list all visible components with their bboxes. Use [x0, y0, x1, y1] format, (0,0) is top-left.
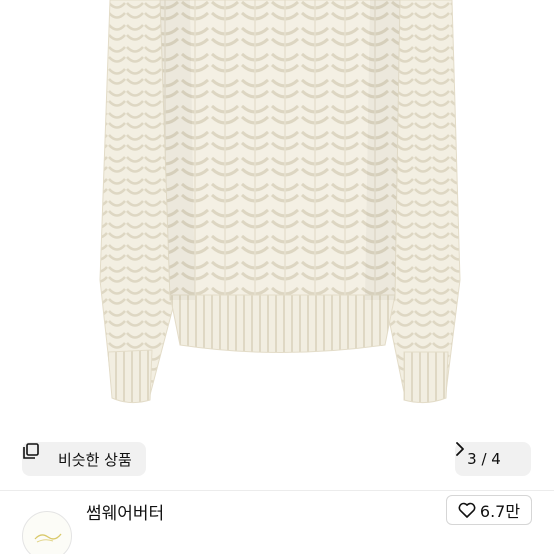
- page-indicator-text: 3 / 4: [467, 450, 501, 468]
- like-count: 6.7만: [479, 502, 521, 521]
- product-detail-screen: 비슷한 상품 3 / 4 썸웨어버터 6.7만: [0, 0, 554, 554]
- product-image[interactable]: 비슷한 상품 3 / 4: [0, 0, 554, 490]
- copy-icon: [23, 443, 52, 468]
- shop-logo-avatar[interactable]: [22, 511, 72, 554]
- seller-row: 썸웨어버터 6.7만: [0, 491, 554, 554]
- like-button[interactable]: 6.7만: [446, 495, 532, 525]
- sweater-photo: [99, 0, 461, 404]
- similar-items-button[interactable]: 비슷한 상품: [22, 442, 146, 476]
- heart-outline-icon: [458, 502, 476, 518]
- chevron-right-icon: [456, 442, 519, 466]
- seller-name[interactable]: 썸웨어버터: [86, 499, 164, 524]
- similar-items-label: 비슷한 상품: [58, 450, 132, 469]
- image-page-indicator[interactable]: 3 / 4: [455, 442, 531, 476]
